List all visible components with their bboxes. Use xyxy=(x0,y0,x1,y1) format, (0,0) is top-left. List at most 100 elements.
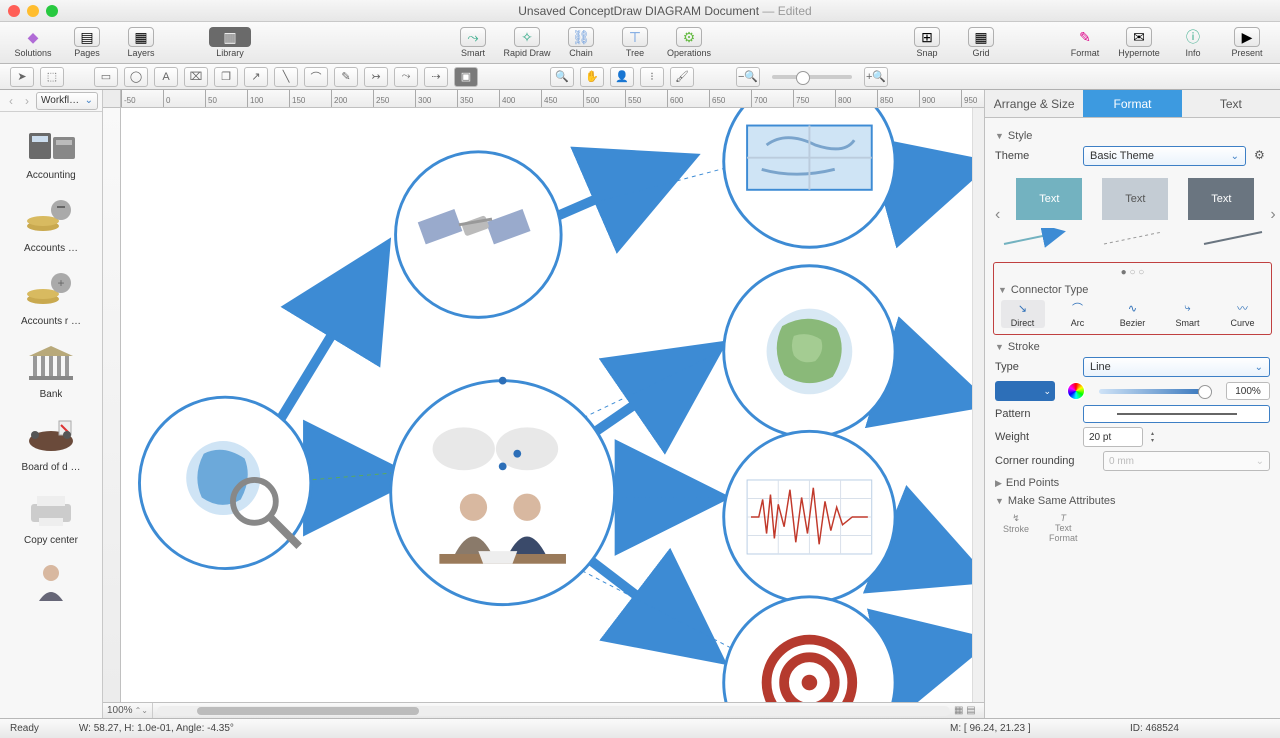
toolbar-grid[interactable]: ▦Grid xyxy=(956,27,1006,58)
maximize-window-icon[interactable] xyxy=(46,5,58,17)
window-controls xyxy=(8,5,58,17)
zoom-field[interactable]: 100%⌃⌄ xyxy=(103,703,153,718)
conn3-tool[interactable]: ⇢ xyxy=(424,67,448,87)
pointer-tool[interactable]: ➤ xyxy=(10,67,34,87)
brush-tool[interactable]: 🖌 xyxy=(670,67,694,87)
ruler-vertical xyxy=(103,108,121,702)
sameattr-section-header[interactable]: ▼Make Same Attributes xyxy=(995,495,1270,507)
toolbar-rapiddraw[interactable]: ✧Rapid Draw xyxy=(502,27,552,58)
arrow-sample-1[interactable] xyxy=(1000,228,1070,248)
toolbar-format[interactable]: ✎Format xyxy=(1060,27,1110,58)
style-section-header[interactable]: ▼Style xyxy=(995,130,1270,142)
stroke-type-select[interactable]: Line⌄ xyxy=(1083,357,1270,377)
lib-item-accounts[interactable]: Accounts … xyxy=(0,185,102,258)
lib-fwd-icon[interactable]: › xyxy=(20,94,34,108)
textbox-tool[interactable]: ⌧ xyxy=(184,67,208,87)
style-swatch-1[interactable]: Text xyxy=(1016,178,1082,220)
text-tool[interactable]: A xyxy=(154,67,178,87)
connector-type-highlight: ● ○ ○ ▼Connector Type ↘Direct ⌒Arc ∿Bezi… xyxy=(993,262,1272,335)
color-wheel-icon[interactable] xyxy=(1067,382,1085,400)
style-swatch-2[interactable]: Text xyxy=(1102,178,1168,220)
stroke-type-label: Type xyxy=(995,361,1075,373)
zoom-slider[interactable] xyxy=(772,75,852,79)
connector-curve[interactable]: 〰Curve xyxy=(1221,300,1265,328)
corner-field[interactable]: 0 mm⌄ xyxy=(1103,451,1270,471)
canvas-hscroll[interactable] xyxy=(157,706,950,716)
ruler-horizontal: -500501001502002503003504004505005506006… xyxy=(103,90,984,108)
line-tool[interactable]: ↗ xyxy=(244,67,268,87)
tab-text[interactable]: Text xyxy=(1182,90,1280,118)
connector-direct[interactable]: ↘Direct xyxy=(1001,300,1045,328)
conn2-tool[interactable]: ⤳ xyxy=(394,67,418,87)
lib-item-person[interactable] xyxy=(0,550,102,610)
connector-arc[interactable]: ⌒Arc xyxy=(1056,300,1100,328)
weight-field[interactable]: 20 pt xyxy=(1083,427,1143,447)
toolbar-present[interactable]: ▶Present xyxy=(1222,27,1272,58)
toolbar-hypernote[interactable]: ✉Hypernote xyxy=(1114,27,1164,58)
rect-tool[interactable]: ▭ xyxy=(94,67,118,87)
lib-item-accounts-r[interactable]: +Accounts r … xyxy=(0,258,102,331)
connector-section-header[interactable]: ▼Connector Type xyxy=(998,284,1267,296)
toolbar-chain[interactable]: ⛓Chain xyxy=(556,27,606,58)
minimize-window-icon[interactable] xyxy=(27,5,39,17)
zoom-in-icon[interactable]: 🔍 xyxy=(550,67,574,87)
line2-tool[interactable]: ╲ xyxy=(274,67,298,87)
zoom-out-button[interactable]: −🔍 xyxy=(736,67,760,87)
status-mouse: M: [ 96.24, 21.23 ] xyxy=(950,723,1090,734)
pan-tool[interactable]: ✋ xyxy=(580,67,604,87)
arc-tool[interactable]: ⌒ xyxy=(304,67,328,87)
toolbar-info[interactable]: ⓘInfo xyxy=(1168,27,1218,58)
pen-tool[interactable]: ✎ xyxy=(334,67,358,87)
same-textformat-button[interactable]: TText Format xyxy=(1049,513,1078,543)
status-ready: Ready xyxy=(10,723,39,734)
style-swatch-3[interactable]: Text xyxy=(1188,178,1254,220)
lib-item-bank[interactable]: Bank xyxy=(0,331,102,404)
eyedrop-tool[interactable]: ⁝ xyxy=(640,67,664,87)
theme-select[interactable]: Basic Theme⌄ xyxy=(1083,146,1246,166)
note-tool[interactable]: ❐ xyxy=(214,67,238,87)
style-next-icon[interactable]: › xyxy=(1270,206,1275,224)
ellipse-tool[interactable]: ◯ xyxy=(124,67,148,87)
format-panel: Arrange & Size Format Text ▼Style Theme … xyxy=(984,90,1280,718)
main-toolbar: ◆Solutions ▤Pages ▦Layers ▥Library ⤳Smar… xyxy=(0,22,1280,64)
toolbar-solutions[interactable]: ◆Solutions xyxy=(8,27,58,58)
status-size: W: 58.27, H: 1.0e-01, Angle: -4.35° xyxy=(79,723,234,734)
toolbar-pages[interactable]: ▤Pages xyxy=(62,27,112,58)
lib-back-icon[interactable]: ‹ xyxy=(4,94,18,108)
conn4-tool[interactable]: ▣ xyxy=(454,67,478,87)
close-window-icon[interactable] xyxy=(8,5,20,17)
conn1-tool[interactable]: ↣ xyxy=(364,67,388,87)
svg-text:+: + xyxy=(57,276,64,290)
weight-stepper[interactable]: ▴▾ xyxy=(1151,430,1163,444)
marquee-tool[interactable]: ⬚ xyxy=(40,67,64,87)
lib-item-accounting[interactable]: Accounting xyxy=(0,112,102,185)
tab-format[interactable]: Format xyxy=(1083,90,1181,118)
stroke-color-button[interactable]: ⌄ xyxy=(995,381,1055,401)
toolbar-operations[interactable]: ⚙Operations xyxy=(664,27,714,58)
person-tool[interactable]: 👤 xyxy=(610,67,634,87)
toolbar-layers[interactable]: ▦Layers xyxy=(116,27,166,58)
arrow-sample-3[interactable] xyxy=(1200,228,1270,248)
toolbar-tree[interactable]: ⊤Tree xyxy=(610,27,660,58)
lib-item-board[interactable]: Board of d … xyxy=(0,404,102,477)
lib-item-copycenter[interactable]: Copy center xyxy=(0,477,102,550)
connector-bezier[interactable]: ∿Bezier xyxy=(1111,300,1155,328)
endpoints-section-header[interactable]: ▶End Points xyxy=(995,477,1270,489)
stroke-section-header[interactable]: ▼Stroke xyxy=(995,341,1270,353)
same-stroke-button[interactable]: ↯Stroke xyxy=(1003,513,1029,543)
diagram-canvas[interactable] xyxy=(121,108,972,702)
tab-arrange[interactable]: Arrange & Size xyxy=(985,90,1083,118)
canvas-vscroll[interactable] xyxy=(972,108,984,702)
status-id: ID: 468524 xyxy=(1130,723,1270,734)
opacity-slider[interactable] xyxy=(1099,389,1212,394)
gear-icon[interactable]: ⚙ xyxy=(1254,148,1270,164)
zoom-in-button[interactable]: +🔍 xyxy=(864,67,888,87)
toolbar-snap[interactable]: ⊞Snap xyxy=(902,27,952,58)
arrow-sample-2[interactable] xyxy=(1100,228,1170,248)
pattern-select[interactable] xyxy=(1083,405,1270,423)
toolbar-smart[interactable]: ⤳Smart xyxy=(448,27,498,58)
library-selector[interactable]: Workfl…⌄ xyxy=(36,92,98,110)
toolbar-library[interactable]: ▥Library xyxy=(200,27,260,58)
connector-smart[interactable]: ⤷Smart xyxy=(1166,300,1210,328)
opacity-field[interactable]: 100% xyxy=(1226,382,1270,400)
